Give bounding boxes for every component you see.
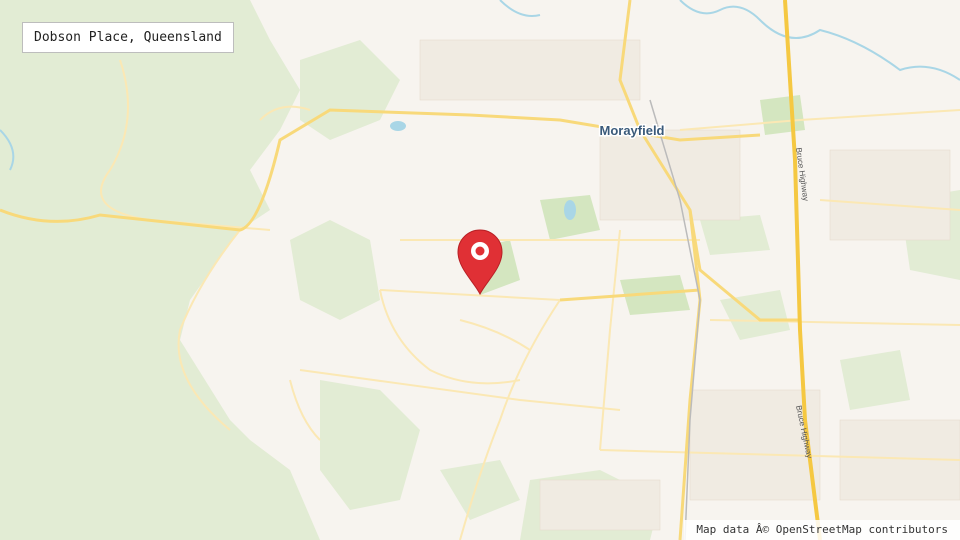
- map-canvas[interactable]: Morayfield Bruce Highway Bruce Highway D…: [0, 0, 960, 540]
- map-tiles: Morayfield Bruce Highway Bruce Highway: [0, 0, 960, 540]
- location-title: Dobson Place, Queensland: [22, 22, 234, 53]
- map-attribution[interactable]: Map data Â© OpenStreetMap contributors: [684, 520, 960, 540]
- place-label-morayfield: Morayfield: [599, 123, 664, 138]
